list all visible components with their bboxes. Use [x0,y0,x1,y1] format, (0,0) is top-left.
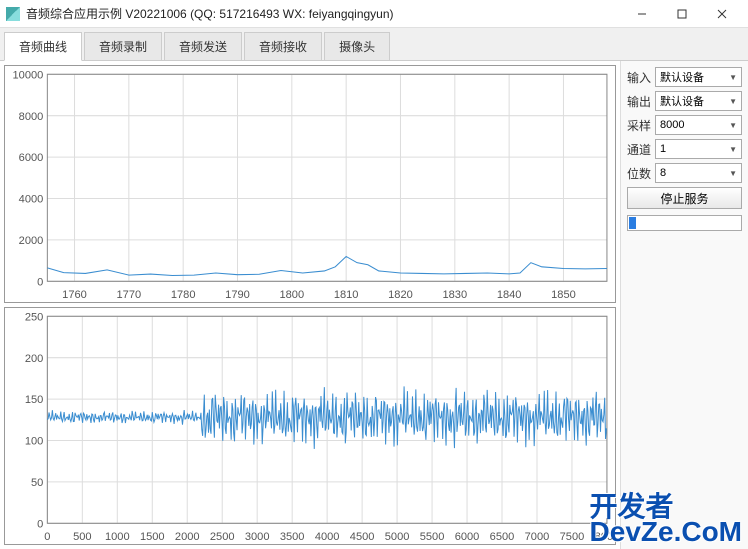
bits-label: 位数 [627,165,655,182]
sample-value: 8000 [660,119,684,131]
svg-text:4000: 4000 [315,531,340,543]
svg-text:1760: 1760 [62,289,87,301]
svg-text:2000: 2000 [175,531,200,543]
svg-text:8000: 8000 [19,111,44,123]
channel-select[interactable]: 1 ▼ [655,139,742,159]
window-title: 音频综合应用示例 V20221006 (QQ: 517216493 WX: fe… [26,5,622,22]
window-buttons [622,2,742,26]
svg-text:10000: 10000 [13,69,44,81]
svg-text:50: 50 [31,477,43,489]
svg-text:4500: 4500 [350,531,375,543]
svg-text:100: 100 [25,436,43,448]
content: 0200040006000800010000176017701780179018… [0,61,748,549]
input-select[interactable]: 默认设备 ▼ [655,67,742,87]
tab-4[interactable]: 摄像头 [324,32,390,60]
progress-bar [627,215,742,231]
svg-text:7000: 7000 [525,531,550,543]
side-panel: 输入 默认设备 ▼ 输出 默认设备 ▼ 采样 8000 ▼ 通道 1 ▼ [620,61,748,549]
svg-text:150: 150 [25,394,43,406]
svg-text:1780: 1780 [171,289,196,301]
svg-text:500: 500 [73,531,91,543]
titlebar: 音频综合应用示例 V20221006 (QQ: 517216493 WX: fe… [0,0,748,28]
svg-text:1810: 1810 [334,289,359,301]
svg-text:6000: 6000 [19,152,44,164]
tab-1[interactable]: 音频录制 [84,32,162,60]
svg-text:1000: 1000 [105,531,130,543]
svg-text:0: 0 [37,518,43,530]
stop-service-button[interactable]: 停止服务 [627,187,742,209]
input-label: 输入 [627,69,655,86]
tab-0[interactable]: 音频曲线 [4,32,82,61]
svg-text:1800: 1800 [280,289,305,301]
svg-text:6500: 6500 [490,531,515,543]
sample-select[interactable]: 8000 ▼ [655,115,742,135]
svg-text:5000: 5000 [385,531,410,543]
svg-text:6000: 6000 [455,531,480,543]
svg-text:1770: 1770 [117,289,142,301]
tabs: 音频曲线音频录制音频发送音频接收摄像头 [0,28,748,61]
svg-text:7500: 7500 [560,531,585,543]
close-button[interactable] [702,2,742,26]
chevron-down-icon: ▼ [729,73,737,82]
chevron-down-icon: ▼ [729,121,737,130]
svg-text:3500: 3500 [280,531,305,543]
chevron-down-icon: ▼ [729,97,737,106]
svg-text:1820: 1820 [388,289,413,301]
minimize-button[interactable] [622,2,662,26]
output-select[interactable]: 默认设备 ▼ [655,91,742,111]
progress-fill [629,217,636,229]
chevron-down-icon: ▼ [729,145,737,154]
svg-text:1500: 1500 [140,531,165,543]
chart-top: 0 2000 4000 6000 8000 10000 1760 1770 1780 1790 18… [4,65,616,303]
tab-2[interactable]: 音频发送 [164,32,242,60]
chart-bottom: 0501001502002500500100015002000250030003… [4,307,616,545]
bits-value: 8 [660,167,666,179]
svg-text:2500: 2500 [210,531,235,543]
channel-value: 1 [660,143,666,155]
output-label: 输出 [627,93,655,110]
maximize-button[interactable] [662,2,702,26]
svg-text:3000: 3000 [245,531,270,543]
svg-text:8000: 8000 [595,531,615,543]
app-icon [6,7,20,21]
svg-text:1850: 1850 [551,289,576,301]
svg-text:1830: 1830 [442,289,467,301]
tab-3[interactable]: 音频接收 [244,32,322,60]
sample-label: 采样 [627,117,655,134]
channel-label: 通道 [627,141,655,158]
svg-text:0: 0 [44,531,50,543]
svg-text:4000: 4000 [19,194,44,206]
chart-area: 0200040006000800010000176017701780179018… [0,61,620,549]
svg-text:1840: 1840 [497,289,522,301]
chevron-down-icon: ▼ [729,169,737,178]
bits-select[interactable]: 8 ▼ [655,163,742,183]
svg-text:0: 0 [37,276,43,288]
output-value: 默认设备 [660,93,704,109]
svg-text:2000: 2000 [19,235,44,247]
svg-text:250: 250 [25,311,43,323]
input-value: 默认设备 [660,69,704,85]
svg-text:1790: 1790 [225,289,250,301]
svg-text:5500: 5500 [420,531,445,543]
svg-text:200: 200 [25,353,43,365]
